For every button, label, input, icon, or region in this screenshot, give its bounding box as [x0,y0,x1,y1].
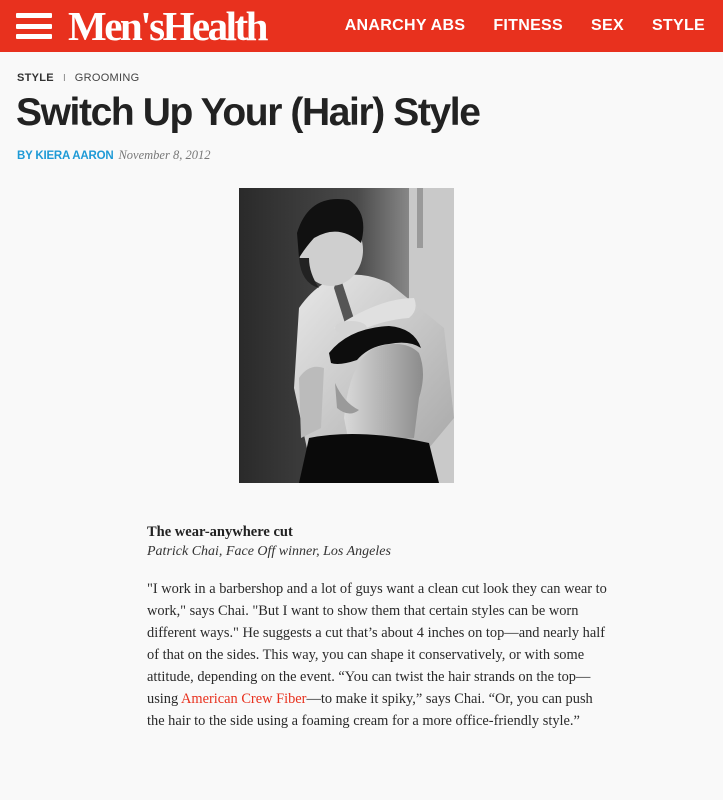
section-credit: Patrick Chai, Face Off winner, Los Angel… [147,544,391,559]
product-link[interactable]: American Crew Fiber [181,691,306,707]
article-title: Switch Up Your (Hair) Style [16,91,481,134]
breadcrumb: STYLE I GROOMING [17,72,139,84]
breadcrumb-grooming[interactable]: GROOMING [75,72,140,84]
author-link[interactable]: BY KIERA AARON [17,150,114,162]
article-photo [239,188,454,483]
menu-icon[interactable] [16,13,52,39]
section-subhead: The wear-anywhere cut [147,524,293,540]
nav-item-sex[interactable]: SEX [591,17,624,35]
nav-item-style[interactable]: STYLE [652,17,705,35]
article-body: The wear-anywhere cut Patrick Chai, Face… [147,522,607,732]
site-header: Men'sHealth ANARCHY ABS FITNESS SEX STYL… [0,0,723,52]
byline: BY KIERA AARON November 8, 2012 [17,148,210,163]
barber-photo-illustration [239,188,454,483]
publish-date: November 8, 2012 [118,148,211,162]
breadcrumb-separator: I [62,72,66,84]
breadcrumb-style[interactable]: STYLE [17,72,54,84]
menu-icon-bar [16,34,52,39]
nav-item-fitness[interactable]: FITNESS [493,17,563,35]
article-paragraph: "I work in a barbershop and a lot of guy… [147,578,607,732]
site-logo[interactable]: Men'sHealth [68,3,268,49]
paragraph-text-start: "I work in a barbershop and a lot of guy… [147,581,607,707]
main-nav: ANARCHY ABS FITNESS SEX STYLE [345,0,705,52]
nav-item-anarchy-abs[interactable]: ANARCHY ABS [345,17,466,35]
menu-icon-bar [16,23,52,29]
menu-icon-bar [16,13,52,18]
